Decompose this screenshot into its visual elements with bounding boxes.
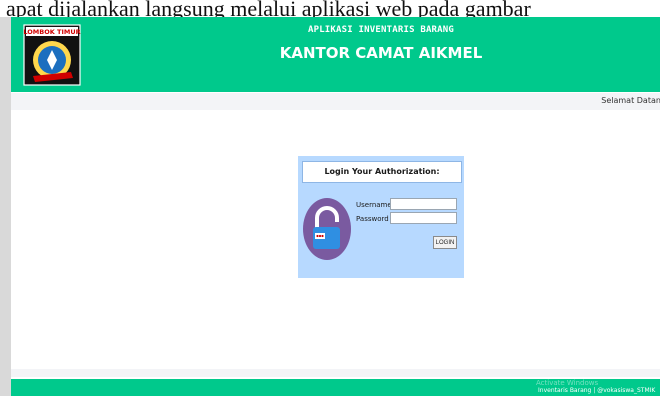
inventaris-app: LOMBOK TIMUR APLIKASI INVENTARIS BARANG … — [11, 17, 660, 396]
lombok-timur-logo-icon: LOMBOK TIMUR — [23, 24, 81, 86]
logo-caption: LOMBOK TIMUR — [23, 28, 80, 36]
content-bottom-bar — [11, 369, 660, 377]
login-panel: Login Your Authorization: Username : Pas… — [298, 156, 464, 278]
password-label: Password : — [356, 215, 394, 223]
app-header: LOMBOK TIMUR APLIKASI INVENTARIS BARANG … — [11, 17, 660, 92]
app-name: APLIKASI INVENTARIS BARANG — [307, 25, 455, 35]
password-field[interactable] — [390, 212, 457, 224]
username-field[interactable] — [390, 198, 457, 210]
office-name: KANTOR CAMAT AIKMEL — [279, 44, 483, 62]
login-button[interactable]: LOGIN — [433, 236, 457, 249]
app-footer: Activate Windows Inventaris Barang | @vo… — [11, 379, 660, 396]
footer-credits: Inventaris Barang | @vokasiswa_STMIK — [538, 387, 656, 394]
activate-windows-watermark: Activate Windows — [536, 379, 599, 387]
window-left-border — [0, 17, 11, 396]
login-title: Login Your Authorization: — [302, 161, 462, 183]
document-text-snippet: apat dijalankan langsung melalui aplikas… — [0, 0, 660, 17]
welcome-text: Selamat Datang — [601, 96, 660, 105]
padlock-icon — [303, 198, 351, 260]
welcome-bar: Selamat Datang — [11, 93, 660, 110]
